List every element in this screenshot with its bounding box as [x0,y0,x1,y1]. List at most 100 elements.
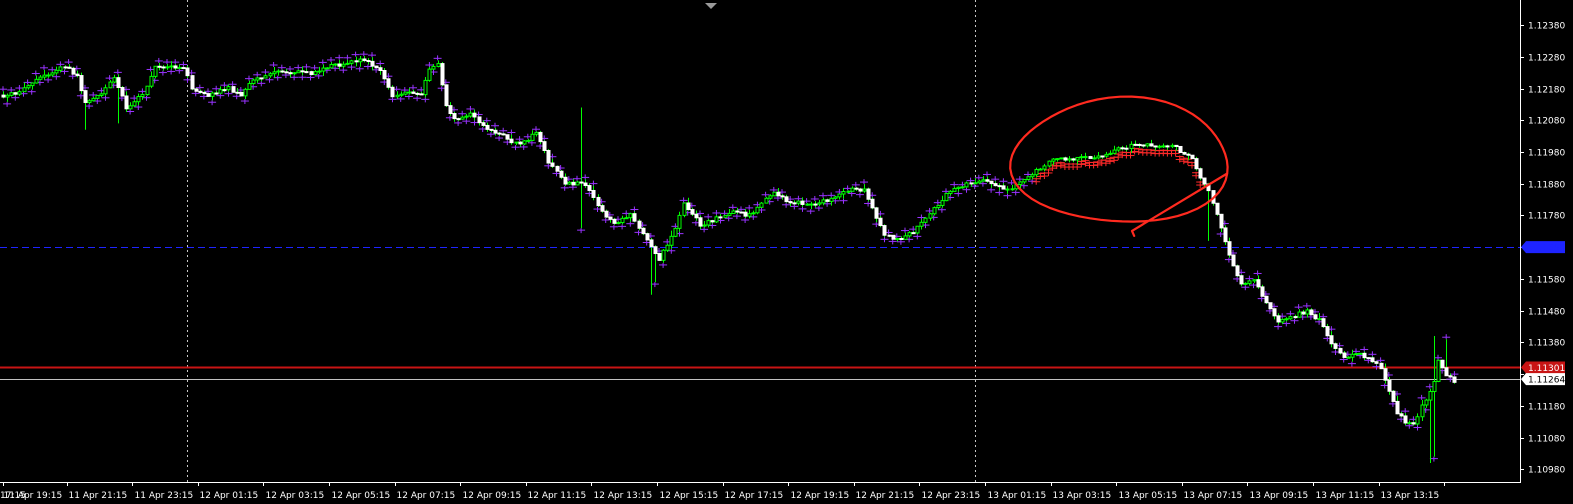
candle[interactable] [1047,160,1052,168]
candle[interactable] [1321,318,1326,328]
candle-body-bull [714,216,719,223]
candle[interactable] [1178,145,1183,153]
candle[interactable] [641,227,646,236]
candle[interactable] [1288,315,1293,320]
candle[interactable] [444,84,449,108]
candle[interactable] [1198,167,1203,181]
candle[interactable] [1059,157,1064,160]
candle[interactable] [665,243,670,252]
price-tag[interactable]: 1.11680 [1521,241,1565,254]
candle-body-bear [1120,147,1125,150]
candle[interactable] [739,211,744,214]
candle[interactable] [390,85,395,98]
candle[interactable] [374,65,379,69]
candle[interactable] [1313,313,1318,321]
candle[interactable] [231,86,236,93]
candle[interactable] [1452,376,1457,384]
candle-body-bull [948,190,953,194]
candle[interactable] [309,70,314,76]
candle[interactable] [522,140,527,145]
candle[interactable] [559,170,564,180]
candle[interactable] [95,94,100,100]
candle[interactable] [440,62,445,87]
candle[interactable] [153,65,158,79]
candle[interactable] [1215,202,1220,216]
candle-body-bull [850,187,855,192]
candle[interactable] [723,214,728,218]
candle[interactable] [1182,151,1187,155]
candle[interactable] [661,249,666,263]
price-tag-label: 1.11680 [1528,244,1565,254]
candle[interactable] [637,219,642,231]
candle[interactable] [1440,359,1445,369]
candle[interactable] [657,253,662,261]
candle[interactable] [1264,295,1269,304]
candle[interactable] [71,66,76,75]
candle[interactable] [555,165,560,172]
candle[interactable] [604,209,609,219]
candle[interactable] [759,201,764,208]
candle[interactable] [190,74,195,91]
candle[interactable] [1333,342,1338,351]
candle[interactable] [538,130,543,145]
candle-body-bear [739,211,744,214]
candle[interactable] [923,216,928,224]
candle[interactable] [1358,352,1363,355]
candle[interactable] [1194,156,1199,171]
candle[interactable] [206,93,211,97]
candle-body-bear [456,118,461,121]
candle[interactable] [1379,362,1384,370]
candle[interactable] [772,191,777,197]
candle-body-bear [653,246,658,255]
price-tag[interactable]: 1.11301 [1521,361,1565,374]
candle-body-bear [1202,177,1207,185]
candle[interactable] [1260,284,1265,297]
candle[interactable] [612,217,617,225]
candle-body-bull [464,115,469,118]
candle[interactable] [1436,359,1441,383]
candle[interactable] [505,134,510,141]
candle[interactable] [427,67,432,82]
candle[interactable] [120,85,125,97]
candle[interactable] [932,206,937,216]
candle-body-bear [1137,143,1142,146]
candle[interactable] [944,192,949,202]
candle[interactable] [1190,154,1195,160]
candle[interactable] [882,224,887,238]
candle[interactable] [915,225,920,235]
candle-body-bull [1305,309,1310,315]
candlestick-chart[interactable]: 1.12380 1.12280 1.12180 1.12080 1.11980 1.118… [0,0,1573,504]
candle[interactable] [79,72,84,94]
candle-body-bear [1383,368,1388,381]
candle[interactable] [145,85,150,96]
time-tick-label: 11 Apr 21:15 [69,491,128,501]
candle[interactable] [866,187,871,202]
candle[interactable] [1391,390,1396,402]
candle[interactable] [423,77,428,98]
candle[interactable] [1088,155,1093,159]
candle[interactable] [546,149,551,164]
candle[interactable] [870,197,875,210]
candle[interactable] [1366,357,1371,360]
candle[interactable] [682,202,687,218]
candle-body-bear [1362,352,1367,359]
candle-body-bull [1075,156,1080,161]
candle[interactable] [755,206,760,215]
candle[interactable] [194,87,199,92]
candle-body-bear [563,176,568,185]
candle[interactable] [891,234,896,240]
candle[interactable] [185,65,190,78]
price-tag[interactable]: 1.11264 [1521,373,1565,386]
candle-body-bull [620,217,625,224]
candle-body-bear [882,225,887,236]
candle-body-bear [645,233,650,241]
candle-body-bear [784,196,789,203]
candle[interactable] [645,232,650,241]
candle-body-bull [243,88,248,97]
candle[interactable] [239,91,244,97]
candle[interactable] [673,227,678,238]
candle[interactable] [1223,225,1228,245]
candle[interactable] [1235,264,1240,277]
candle[interactable] [1231,254,1236,267]
candle[interactable] [1268,302,1273,310]
